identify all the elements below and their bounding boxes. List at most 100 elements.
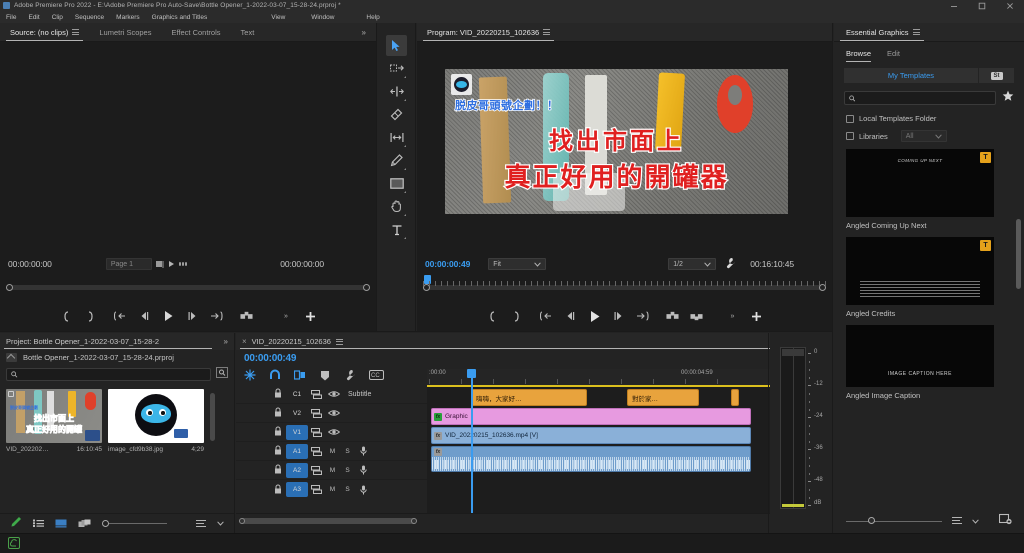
source-scrub-track[interactable] — [6, 285, 370, 290]
new-item-pen-icon[interactable] — [10, 515, 22, 533]
sort-icon[interactable] — [196, 519, 206, 528]
project-zoom-slider[interactable] — [102, 520, 185, 527]
microphone-icon[interactable] — [355, 446, 372, 456]
step-forward-button[interactable] — [612, 310, 625, 323]
tab-text[interactable]: Text — [231, 23, 265, 41]
track-lock-icon[interactable] — [274, 481, 282, 499]
panel-menu-icon[interactable] — [912, 29, 920, 35]
template-card[interactable]: IMAGE CAPTION HERE Angled Image Caption — [846, 325, 1012, 400]
captions-cc-icon[interactable]: CC — [369, 369, 384, 381]
type-tool[interactable] — [386, 219, 407, 240]
track-badge-a3[interactable]: A3 — [286, 482, 308, 497]
project-item-thumbnail[interactable] — [108, 389, 204, 443]
track-target-icon[interactable] — [308, 465, 325, 475]
mark-out-button[interactable] — [510, 310, 523, 323]
chevron-down-icon[interactable] — [217, 521, 224, 526]
template-thumbnail[interactable]: T — [846, 237, 994, 305]
program-button-editor[interactable]: » — [726, 310, 739, 323]
mark-in-button[interactable] — [486, 310, 499, 323]
program-resolution-select[interactable]: 1/2 — [668, 258, 717, 270]
libraries-checkbox-row[interactable]: Libraries All — [846, 130, 1012, 142]
source-marker-icon[interactable] — [155, 260, 165, 269]
go-to-out-button[interactable] — [636, 310, 649, 323]
add-marker-icon[interactable] — [319, 369, 331, 381]
source-page-select[interactable]: Page 1 — [105, 258, 152, 270]
microphone-icon[interactable] — [355, 485, 372, 495]
project-panel-tab[interactable]: Project: Bottle Opener_1-2022-03-07_15-2… — [0, 333, 234, 350]
track-header-v2[interactable]: V2 — [236, 404, 427, 423]
template-card[interactable]: T Angled Credits — [846, 237, 1012, 318]
template-thumbnail[interactable]: IMAGE CAPTION HERE — [846, 325, 994, 387]
track-badge-c1[interactable]: C1 — [286, 387, 308, 402]
timeline-close-icon[interactable]: × — [242, 337, 247, 346]
template-zoom-slider[interactable] — [846, 517, 942, 524]
menu-markers[interactable]: Markers — [110, 14, 145, 21]
pen-tool[interactable] — [386, 150, 407, 171]
track-solo-button[interactable]: S — [340, 467, 355, 474]
step-back-button[interactable] — [564, 310, 577, 323]
track-badge-a2[interactable]: A2 — [286, 462, 308, 478]
play-stop-button[interactable] — [162, 310, 175, 323]
source-scrub-left-handle[interactable] — [6, 284, 13, 291]
project-scrollbar[interactable] — [210, 393, 215, 441]
tab-effect-controls[interactable]: Effect Controls — [161, 23, 230, 41]
timeline-playhead[interactable] — [468, 369, 475, 513]
play-small-icon[interactable] — [168, 260, 175, 268]
microphone-icon[interactable] — [355, 465, 372, 475]
audio-clip[interactable]: fx — [431, 446, 751, 472]
close-button[interactable] — [996, 0, 1024, 11]
mark-in-button[interactable] — [60, 310, 73, 323]
icon-view-icon[interactable] — [55, 515, 67, 533]
minimize-button[interactable] — [940, 0, 968, 11]
track-badge-v2[interactable]: V2 — [286, 406, 308, 421]
track-badge-v1[interactable]: V1 — [286, 424, 308, 440]
settings-wrench-icon[interactable] — [344, 369, 356, 381]
panel-menu-icon[interactable] — [335, 338, 343, 345]
timeline-current-time[interactable]: 00:00:00:49 — [244, 353, 296, 364]
adobe-stock-button[interactable]: St — [978, 68, 1014, 83]
track-target-icon[interactable] — [308, 389, 325, 399]
tab-program[interactable]: Program: VID_20220215_102636 — [417, 23, 560, 41]
track-badge-a1[interactable]: A1 — [286, 443, 308, 459]
subtab-browse[interactable]: Browse — [846, 49, 872, 62]
menu-view[interactable]: View — [265, 14, 291, 21]
sort-icon[interactable] — [952, 517, 962, 525]
track-header-a2[interactable]: A2 M S — [236, 461, 427, 480]
timeline-panel-tab[interactable]: × VID_20220215_102636 — [236, 333, 832, 350]
razor-tool[interactable] — [386, 104, 407, 125]
menu-sequence[interactable]: Sequence — [69, 14, 110, 21]
template-card[interactable]: COMING UP NEXT T Angled Coming Up Next — [846, 149, 1012, 230]
panel-divider[interactable] — [415, 23, 416, 331]
track-eye-icon[interactable] — [325, 409, 342, 417]
track-mute-button[interactable]: M — [325, 467, 340, 474]
templates-search-wrap[interactable] — [844, 91, 996, 105]
tab-lumetri-scopes[interactable]: Lumetri Scopes — [89, 23, 161, 41]
project-item-thumbnail[interactable]: 脱皮哥頭號企劃 找出市面上 真正好用的開罐 — [6, 389, 102, 443]
insert-button[interactable] — [239, 310, 253, 323]
go-to-out-button[interactable] — [210, 310, 223, 323]
my-templates-button[interactable]: My Templates — [844, 68, 978, 83]
tab-essential-graphics[interactable]: Essential Graphics — [834, 23, 930, 41]
step-back-button[interactable] — [138, 310, 151, 323]
local-templates-folder-checkbox[interactable]: Local Templates Folder — [846, 114, 1012, 123]
track-header-a3[interactable]: A3 M S — [236, 480, 427, 499]
project-tabs-overflow-icon[interactable]: » — [224, 337, 228, 346]
new-layer-icon[interactable] — [998, 512, 1012, 530]
track-target-icon[interactable] — [308, 446, 325, 456]
source-scrubber[interactable] — [6, 279, 370, 291]
settings-wrench-icon[interactable] — [724, 257, 736, 271]
snap-timeline-icon[interactable] — [244, 369, 256, 381]
play-stop-button[interactable] — [588, 310, 601, 323]
menu-clip[interactable]: Clip — [46, 14, 69, 21]
track-lock-icon[interactable] — [274, 385, 282, 403]
panel-divider[interactable] — [376, 23, 377, 331]
track-select-forward-tool[interactable] — [386, 58, 407, 79]
checkbox-icon[interactable] — [846, 132, 854, 140]
track-eye-icon[interactable] — [325, 428, 342, 436]
subtab-edit[interactable]: Edit — [887, 49, 900, 62]
track-lock-icon[interactable] — [274, 442, 282, 460]
template-thumbnail[interactable]: COMING UP NEXT T — [846, 149, 994, 217]
rectangle-tool[interactable] — [386, 173, 407, 194]
panel-divider[interactable] — [234, 333, 235, 533]
track-lock-icon[interactable] — [274, 423, 282, 441]
